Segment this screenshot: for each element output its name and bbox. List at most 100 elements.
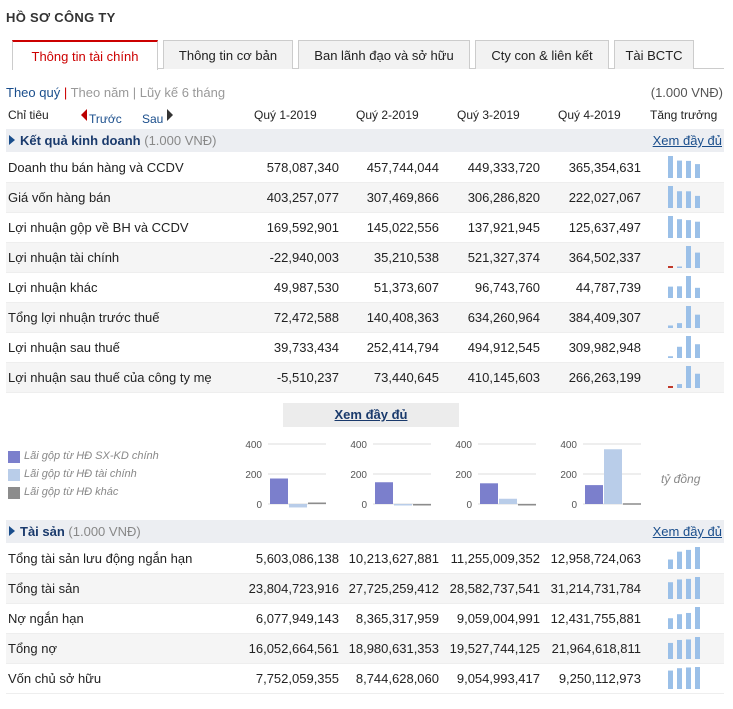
row-label: Tổng nợ xyxy=(8,641,57,656)
cell-value: 10,213,627,881 xyxy=(348,551,439,566)
tab-subsidiaries[interactable]: Cty con & liên kết xyxy=(475,40,609,69)
cell-value: 494,912,545 xyxy=(467,340,540,355)
y-tick-label: 200 xyxy=(560,470,577,481)
table-row: Nợ ngắn hạn 6,077,949,143 8,365,317,959 9,0… xyxy=(6,604,724,634)
growth-sparkline xyxy=(668,667,700,689)
y-tick-label: 200 xyxy=(245,470,262,481)
bar xyxy=(413,504,431,506)
cell-value: 73,440,645 xyxy=(373,370,439,385)
cell-value: 457,744,044 xyxy=(366,160,439,175)
cell-value: 11,255,009,352 xyxy=(450,551,540,566)
cell-value: 8,744,628,060 xyxy=(355,671,439,686)
sparkline-bar xyxy=(677,384,682,388)
growth-sparkline xyxy=(668,276,700,298)
tab-financial-info[interactable]: Thông tin tài chính xyxy=(12,40,158,70)
bar xyxy=(289,504,307,508)
row-label: Giá vốn hàng bán xyxy=(8,190,111,205)
growth-sparkline xyxy=(668,246,700,268)
table-row: Doanh thu bán hàng và CCDV 578,087,340 457… xyxy=(6,153,724,183)
growth-sparkline xyxy=(668,637,700,659)
sparkline-bar xyxy=(686,667,691,689)
section-unit: (1.000 VNĐ) xyxy=(144,133,217,148)
table-row: Tổng lợi nhuận trước thuế 72,472,588 140,4… xyxy=(6,303,724,333)
row-label: Lợi nhuận khác xyxy=(8,280,98,295)
view-year-link[interactable]: Theo năm xyxy=(71,85,130,100)
cell-value: 96,743,760 xyxy=(474,280,540,295)
sparkline-bar xyxy=(677,579,682,599)
table-row: Tổng nợ 16,052,664,561 18,980,631,353 19,52… xyxy=(6,634,724,664)
prev-button[interactable]: Trước xyxy=(89,112,122,126)
view-more-box[interactable]: Xem đầy đủ xyxy=(283,403,459,427)
row-label: Nợ ngắn hạn xyxy=(8,611,84,626)
table-row: Tổng tài sản 23,804,723,916 27,725,259,412… xyxy=(6,574,724,604)
cell-value: 23,804,723,916 xyxy=(248,581,339,596)
prev-arrow-icon[interactable] xyxy=(81,109,87,121)
cell-value: 49,987,530 xyxy=(273,280,339,295)
y-tick-label: 0 xyxy=(361,500,367,511)
cell-value: 9,054,993,417 xyxy=(456,671,540,686)
tab-leadership-ownership[interactable]: Ban lãnh đạo và sở hữu xyxy=(298,40,470,69)
cell-value: 12,431,755,881 xyxy=(550,611,641,626)
cell-value: -5,510,237 xyxy=(276,370,339,385)
sparkline-bar xyxy=(686,578,691,599)
sparkline-bar xyxy=(668,216,673,238)
row-label: Lợi nhuận tài chính xyxy=(8,250,120,265)
section-title: Kết quả kinh doanh xyxy=(20,133,141,148)
table-row: Lợi nhuận gộp về BH và CCDV 169,592,901 14… xyxy=(6,213,724,243)
bar xyxy=(270,478,288,504)
bar xyxy=(308,502,326,504)
gross-profit-chart: 400 200 0 xyxy=(560,440,641,511)
y-tick-label: 400 xyxy=(455,440,472,451)
tab-basic-info[interactable]: Thông tin cơ bản xyxy=(163,40,293,69)
growth-sparkline xyxy=(668,577,700,599)
y-tick-label: 200 xyxy=(350,470,367,481)
row-label: Vốn chủ sở hữu xyxy=(8,671,102,686)
section-results-header: Kết quả kinh doanh (1.000 VNĐ) Xem đầy đ… xyxy=(6,129,724,152)
bar xyxy=(394,504,412,506)
cell-value: 6,077,949,143 xyxy=(255,611,339,626)
sparkline-bar xyxy=(677,191,682,208)
legend-label: Lãi gộp từ HĐ SX-KD chính xyxy=(24,450,159,462)
growth-sparkline xyxy=(668,216,700,238)
cell-value: 252,414,794 xyxy=(366,340,439,355)
growth-sparkline xyxy=(668,607,700,629)
indicator-header: Chỉ tiêu xyxy=(8,108,49,122)
y-tick-label: 0 xyxy=(571,500,577,511)
cell-value: 9,250,112,973 xyxy=(558,671,641,686)
cell-value: 18,980,631,353 xyxy=(348,641,439,656)
sparkline-bar xyxy=(677,346,682,358)
cell-value: 222,027,067 xyxy=(568,190,641,205)
cell-value: 9,059,004,991 xyxy=(456,611,540,626)
sparkline-bar xyxy=(686,220,691,238)
sparkline-bar xyxy=(677,323,682,328)
growth-sparkline xyxy=(668,156,700,178)
bar xyxy=(499,498,517,504)
sparkline-bar xyxy=(686,276,691,298)
legend-swatch xyxy=(8,451,20,463)
view-ytd-link[interactable]: Lũy kế 6 tháng xyxy=(140,85,225,100)
sparkline-bar xyxy=(677,160,682,178)
row-label: Lợi nhuận gộp về BH và CCDV xyxy=(8,220,189,235)
cell-value: 35,210,538 xyxy=(373,250,439,265)
next-arrow-icon[interactable] xyxy=(167,109,173,121)
sparkline-bar xyxy=(686,246,691,268)
y-tick-label: 200 xyxy=(455,470,472,481)
cell-value: 137,921,945 xyxy=(467,220,540,235)
assets-view-more-link[interactable]: Xem đầy đủ xyxy=(653,524,722,539)
legend-item: Lãi gộp từ HĐ SX-KD chính xyxy=(6,450,159,468)
chart-unit-label: tỷ đồng xyxy=(661,472,701,486)
tab-bar: Thông tin tài chính Thông tin cơ bản Ban… xyxy=(12,40,724,70)
tab-financial-reports[interactable]: Tài BCTC xyxy=(614,40,694,69)
view-more-link[interactable]: Xem đầy đủ xyxy=(335,407,408,422)
next-button[interactable]: Sau xyxy=(142,112,163,126)
table-row: Tổng tài sản lưu động ngắn hạn 5,603,086,… xyxy=(6,544,724,574)
y-tick-label: 400 xyxy=(560,440,577,451)
legend-swatch xyxy=(8,469,20,481)
growth-sparkline xyxy=(668,336,700,358)
cell-value: 266,263,199 xyxy=(568,370,641,385)
table-header: Chỉ tiêu Trước Sau Quý 1-2019 Quý 2-2019… xyxy=(0,106,733,126)
bar xyxy=(375,482,393,504)
growth-header: Tăng trưởng xyxy=(650,108,718,122)
results-view-more-link[interactable]: Xem đầy đủ xyxy=(653,133,722,148)
view-quarter-link[interactable]: Theo quý xyxy=(6,85,60,100)
